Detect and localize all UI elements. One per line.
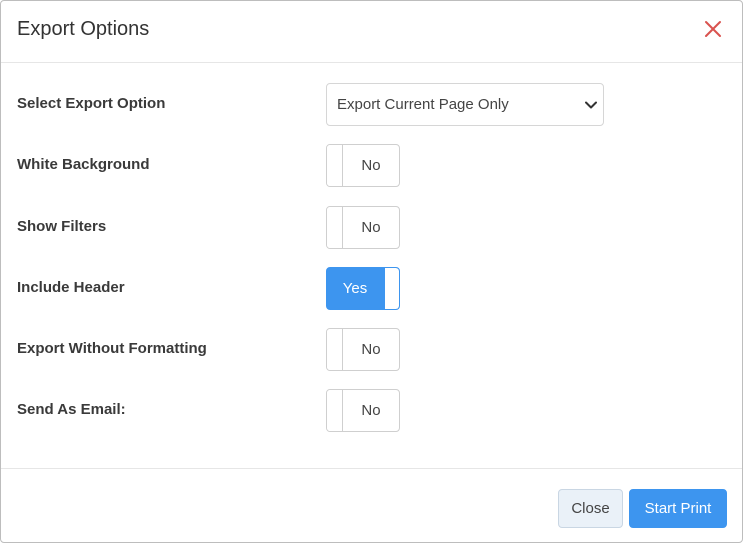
show-filters-state: No <box>361 219 381 236</box>
dialog-header: Export Options <box>1 1 742 63</box>
include-header-label: Include Header <box>17 279 125 296</box>
dialog-body: Select Export Option Export Current Page… <box>1 63 742 468</box>
close-button[interactable]: Close <box>558 489 623 528</box>
send-as-email-toggle[interactable]: No <box>326 389 400 432</box>
toggle-knob <box>384 268 399 309</box>
export-options-dialog: Export Options Select Export Option Expo… <box>0 0 743 543</box>
chevron-down-icon <box>585 98 597 110</box>
white-background-state: No <box>361 157 381 174</box>
export-without-formatting-state: No <box>361 341 381 358</box>
include-header-state: Yes <box>342 280 368 297</box>
show-filters-toggle[interactable]: No <box>326 206 400 249</box>
include-header-row: Include Header Yes <box>1 267 742 310</box>
toggle-knob <box>327 329 343 370</box>
send-as-email-row: Send As Email: No <box>1 389 742 432</box>
export-option-row: Select Export Option Export Current Page… <box>1 83 742 126</box>
export-without-formatting-row: Export Without Formatting No <box>1 328 742 371</box>
export-option-label: Select Export Option <box>17 95 166 112</box>
white-background-row: White Background No <box>1 144 742 187</box>
show-filters-label: Show Filters <box>17 218 107 235</box>
toggle-knob <box>327 207 343 248</box>
include-header-toggle[interactable]: Yes <box>326 267 400 310</box>
close-x-icon[interactable] <box>704 20 722 38</box>
white-background-label: White Background <box>17 156 150 173</box>
export-without-formatting-label: Export Without Formatting <box>17 340 207 357</box>
export-option-select[interactable]: Export Current Page Only <box>326 83 604 126</box>
send-as-email-label: Send As Email: <box>17 401 126 418</box>
export-option-selected-value: Export Current Page Only <box>337 96 509 113</box>
export-without-formatting-toggle[interactable]: No <box>326 328 400 371</box>
send-as-email-state: No <box>361 402 381 419</box>
dialog-footer: Close Start Print <box>1 468 742 542</box>
show-filters-row: Show Filters No <box>1 206 742 249</box>
toggle-knob <box>327 390 343 431</box>
start-print-button[interactable]: Start Print <box>629 489 727 528</box>
white-background-toggle[interactable]: No <box>326 144 400 187</box>
toggle-knob <box>327 145 343 186</box>
dialog-title: Export Options <box>17 18 150 40</box>
